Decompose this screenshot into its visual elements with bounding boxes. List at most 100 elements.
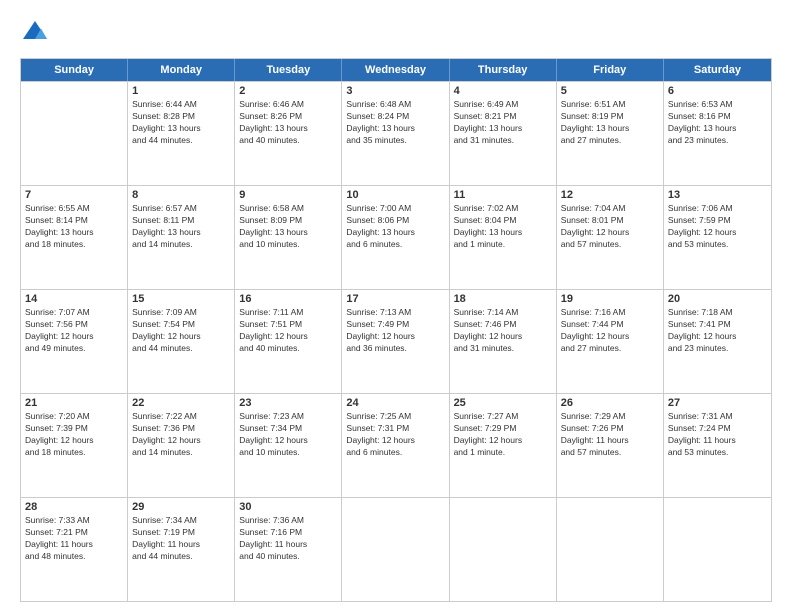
calendar-cell: 24 Sunrise: 7:25 AM Sunset: 7:31 PM Dayli… <box>342 394 449 497</box>
calendar-cell: 18 Sunrise: 7:14 AM Sunset: 7:46 PM Dayli… <box>450 290 557 393</box>
day-number: 7 <box>25 189 123 201</box>
day-number: 8 <box>132 189 230 201</box>
day-number: 22 <box>132 397 230 409</box>
day-info: Sunrise: 7:13 AM Sunset: 7:49 PM Dayligh… <box>346 307 444 355</box>
day-info: Sunrise: 7:11 AM Sunset: 7:51 PM Dayligh… <box>239 307 337 355</box>
day-info: Sunrise: 7:33 AM Sunset: 7:21 PM Dayligh… <box>25 515 123 563</box>
calendar-cell: 2 Sunrise: 6:46 AM Sunset: 8:26 PM Daylig… <box>235 82 342 185</box>
header-day-sunday: Sunday <box>21 59 128 81</box>
page: SundayMondayTuesdayWednesdayThursdayFrid… <box>0 0 792 612</box>
week-row-1: 1 Sunrise: 6:44 AM Sunset: 8:28 PM Daylig… <box>21 81 771 185</box>
day-info: Sunrise: 7:18 AM Sunset: 7:41 PM Dayligh… <box>668 307 767 355</box>
day-info: Sunrise: 6:55 AM Sunset: 8:14 PM Dayligh… <box>25 203 123 251</box>
day-info: Sunrise: 7:27 AM Sunset: 7:29 PM Dayligh… <box>454 411 552 459</box>
day-info: Sunrise: 6:44 AM Sunset: 8:28 PM Dayligh… <box>132 99 230 147</box>
day-info: Sunrise: 7:20 AM Sunset: 7:39 PM Dayligh… <box>25 411 123 459</box>
calendar-cell <box>557 498 664 601</box>
day-info: Sunrise: 6:58 AM Sunset: 8:09 PM Dayligh… <box>239 203 337 251</box>
calendar-cell: 29 Sunrise: 7:34 AM Sunset: 7:19 PM Dayli… <box>128 498 235 601</box>
day-number: 3 <box>346 85 444 97</box>
calendar-cell: 26Sunrise: 7:29 AM Sunset: 7:26 PM Dayli… <box>557 394 664 497</box>
logo-icon <box>20 18 50 48</box>
calendar-cell: 19 Sunrise: 7:16 AM Sunset: 7:44 PM Dayli… <box>557 290 664 393</box>
calendar-cell: 16 Sunrise: 7:11 AM Sunset: 7:51 PM Dayli… <box>235 290 342 393</box>
day-number: 6 <box>668 85 767 97</box>
calendar-cell: 25 Sunrise: 7:27 AM Sunset: 7:29 PM Dayli… <box>450 394 557 497</box>
calendar-cell: 22 Sunrise: 7:22 AM Sunset: 7:36 PM Dayli… <box>128 394 235 497</box>
day-info: Sunrise: 7:31 AM Sunset: 7:24 PM Dayligh… <box>668 411 767 459</box>
day-number: 10 <box>346 189 444 201</box>
calendar-cell: 11Sunrise: 7:02 AM Sunset: 8:04 PM Dayli… <box>450 186 557 289</box>
day-number: 23 <box>239 397 337 409</box>
day-number: 1 <box>132 85 230 97</box>
week-row-2: 7 Sunrise: 6:55 AM Sunset: 8:14 PM Daylig… <box>21 185 771 289</box>
day-info: Sunrise: 7:06 AM Sunset: 7:59 PM Dayligh… <box>668 203 767 251</box>
week-row-5: 28 Sunrise: 7:33 AM Sunset: 7:21 PM Dayli… <box>21 497 771 601</box>
day-number: 27 <box>668 397 767 409</box>
day-info: Sunrise: 7:00 AM Sunset: 8:06 PM Dayligh… <box>346 203 444 251</box>
week-row-3: 14 Sunrise: 7:07 AM Sunset: 7:56 PM Dayli… <box>21 289 771 393</box>
calendar-cell <box>450 498 557 601</box>
day-number: 14 <box>25 293 123 305</box>
day-number: 21 <box>25 397 123 409</box>
day-info: Sunrise: 6:51 AM Sunset: 8:19 PM Dayligh… <box>561 99 659 147</box>
day-number: 19 <box>561 293 659 305</box>
day-number: 29 <box>132 501 230 513</box>
calendar: SundayMondayTuesdayWednesdayThursdayFrid… <box>20 58 772 602</box>
calendar-cell: 3 Sunrise: 6:48 AM Sunset: 8:24 PM Daylig… <box>342 82 449 185</box>
day-number: 24 <box>346 397 444 409</box>
day-number: 5 <box>561 85 659 97</box>
week-row-4: 21 Sunrise: 7:20 AM Sunset: 7:39 PM Dayli… <box>21 393 771 497</box>
day-number: 4 <box>454 85 552 97</box>
day-number: 9 <box>239 189 337 201</box>
day-info: Sunrise: 7:16 AM Sunset: 7:44 PM Dayligh… <box>561 307 659 355</box>
header-day-wednesday: Wednesday <box>342 59 449 81</box>
calendar-cell: 15Sunrise: 7:09 AM Sunset: 7:54 PM Dayli… <box>128 290 235 393</box>
calendar-cell: 5 Sunrise: 6:51 AM Sunset: 8:19 PM Daylig… <box>557 82 664 185</box>
calendar-header: SundayMondayTuesdayWednesdayThursdayFrid… <box>21 59 771 81</box>
day-info: Sunrise: 7:04 AM Sunset: 8:01 PM Dayligh… <box>561 203 659 251</box>
day-number: 25 <box>454 397 552 409</box>
calendar-body: 1 Sunrise: 6:44 AM Sunset: 8:28 PM Daylig… <box>21 81 771 601</box>
calendar-cell: 17 Sunrise: 7:13 AM Sunset: 7:49 PM Dayli… <box>342 290 449 393</box>
calendar-cell <box>21 82 128 185</box>
calendar-cell: 13Sunrise: 7:06 AM Sunset: 7:59 PM Dayli… <box>664 186 771 289</box>
calendar-cell <box>664 498 771 601</box>
day-info: Sunrise: 7:22 AM Sunset: 7:36 PM Dayligh… <box>132 411 230 459</box>
header <box>20 18 772 48</box>
calendar-cell <box>342 498 449 601</box>
calendar-cell: 21 Sunrise: 7:20 AM Sunset: 7:39 PM Dayli… <box>21 394 128 497</box>
day-number: 30 <box>239 501 337 513</box>
calendar-cell: 1 Sunrise: 6:44 AM Sunset: 8:28 PM Daylig… <box>128 82 235 185</box>
day-info: Sunrise: 6:57 AM Sunset: 8:11 PM Dayligh… <box>132 203 230 251</box>
calendar-cell: 8 Sunrise: 6:57 AM Sunset: 8:11 PM Daylig… <box>128 186 235 289</box>
day-info: Sunrise: 7:07 AM Sunset: 7:56 PM Dayligh… <box>25 307 123 355</box>
day-number: 16 <box>239 293 337 305</box>
calendar-cell: 9 Sunrise: 6:58 AM Sunset: 8:09 PM Daylig… <box>235 186 342 289</box>
header-day-saturday: Saturday <box>664 59 771 81</box>
day-info: Sunrise: 6:46 AM Sunset: 8:26 PM Dayligh… <box>239 99 337 147</box>
day-number: 12 <box>561 189 659 201</box>
calendar-cell: 14 Sunrise: 7:07 AM Sunset: 7:56 PM Dayli… <box>21 290 128 393</box>
calendar-cell: 28 Sunrise: 7:33 AM Sunset: 7:21 PM Dayli… <box>21 498 128 601</box>
calendar-cell: 12 Sunrise: 7:04 AM Sunset: 8:01 PM Dayli… <box>557 186 664 289</box>
day-info: Sunrise: 7:14 AM Sunset: 7:46 PM Dayligh… <box>454 307 552 355</box>
header-day-thursday: Thursday <box>450 59 557 81</box>
day-number: 17 <box>346 293 444 305</box>
header-day-tuesday: Tuesday <box>235 59 342 81</box>
day-number: 2 <box>239 85 337 97</box>
calendar-cell: 4Sunrise: 6:49 AM Sunset: 8:21 PM Daylig… <box>450 82 557 185</box>
day-info: Sunrise: 7:02 AM Sunset: 8:04 PM Dayligh… <box>454 203 552 251</box>
calendar-cell: 10 Sunrise: 7:00 AM Sunset: 8:06 PM Dayli… <box>342 186 449 289</box>
logo <box>20 18 54 48</box>
day-info: Sunrise: 7:34 AM Sunset: 7:19 PM Dayligh… <box>132 515 230 563</box>
header-day-monday: Monday <box>128 59 235 81</box>
day-number: 20 <box>668 293 767 305</box>
day-number: 18 <box>454 293 552 305</box>
calendar-cell: 6 Sunrise: 6:53 AM Sunset: 8:16 PM Daylig… <box>664 82 771 185</box>
day-info: Sunrise: 6:48 AM Sunset: 8:24 PM Dayligh… <box>346 99 444 147</box>
day-info: Sunrise: 6:53 AM Sunset: 8:16 PM Dayligh… <box>668 99 767 147</box>
day-info: Sunrise: 7:25 AM Sunset: 7:31 PM Dayligh… <box>346 411 444 459</box>
day-number: 28 <box>25 501 123 513</box>
day-info: Sunrise: 7:23 AM Sunset: 7:34 PM Dayligh… <box>239 411 337 459</box>
